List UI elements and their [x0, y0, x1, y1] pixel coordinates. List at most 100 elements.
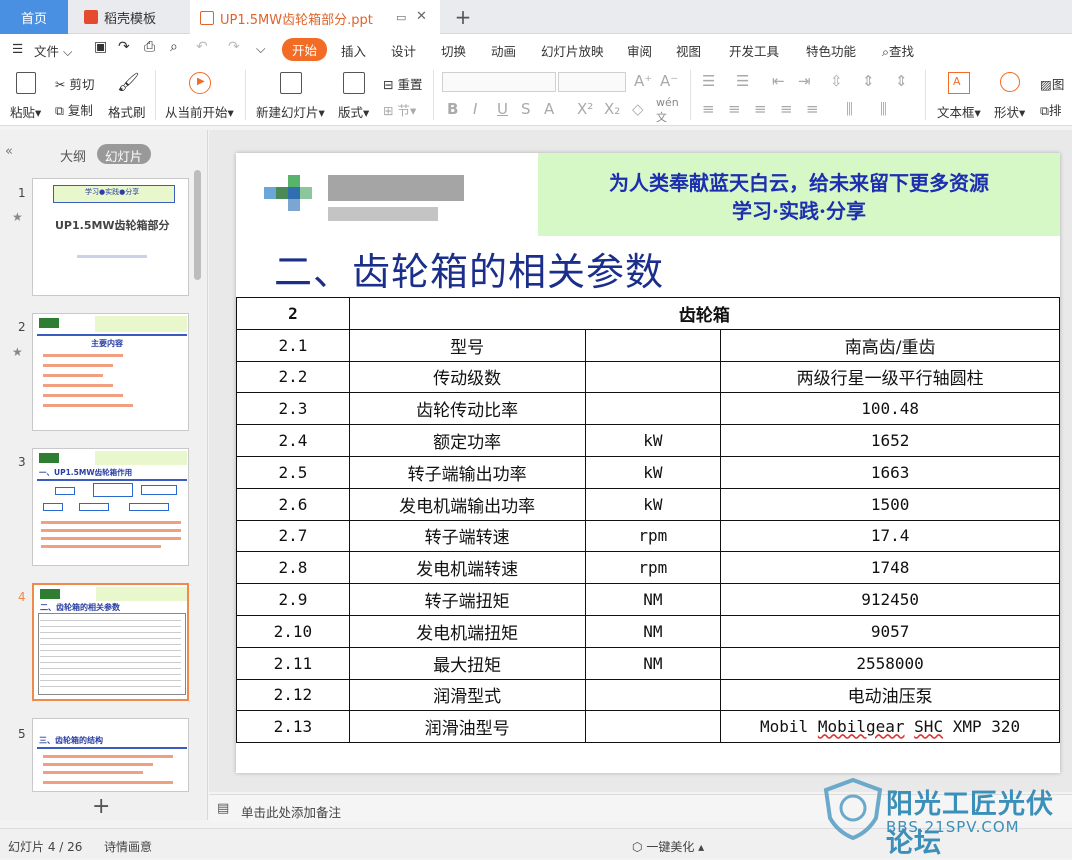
- tab-document[interactable]: UP1.5MW齿轮箱部分.ppt ▭ ✕: [190, 0, 440, 34]
- new-slide-icon[interactable]: [280, 72, 302, 97]
- undo-icon[interactable]: ↶: [196, 39, 208, 55]
- menu-animation[interactable]: 动画: [491, 41, 516, 60]
- from-current-button[interactable]: 从当前开始▾: [165, 102, 234, 121]
- collapse-pane-icon[interactable]: «: [5, 144, 13, 159]
- subscript-icon[interactable]: X₂: [604, 100, 620, 118]
- textbox-button[interactable]: 文本框▾: [937, 102, 981, 121]
- slide-thumbnail-1[interactable]: 学习●实践●分享 UP1.5MW齿轮箱部分: [32, 178, 189, 296]
- play-icon[interactable]: ▶: [189, 72, 211, 94]
- align-right-icon[interactable]: ≡: [754, 100, 767, 118]
- menu-file-label: 文件: [34, 44, 60, 59]
- align-left-icon[interactable]: ≡: [702, 100, 715, 118]
- justify-icon[interactable]: ≡: [780, 100, 793, 118]
- menu-slideshow[interactable]: 幻灯片放映: [541, 41, 604, 60]
- bold-icon[interactable]: B: [447, 100, 458, 118]
- menu-start[interactable]: 开始: [282, 38, 328, 61]
- menu-transition[interactable]: 切换: [441, 41, 466, 60]
- tab-home[interactable]: 首页: [0, 0, 68, 34]
- tab-document-label: UP1.5MW齿轮箱部分.ppt: [220, 12, 373, 28]
- slide-thumbnail-4[interactable]: 二、齿轮箱的相关参数: [32, 583, 189, 701]
- text-direction-icon[interactable]: ⇳: [830, 72, 843, 90]
- picture-button[interactable]: ▨图: [1040, 74, 1064, 93]
- table-cell-param: 发电机端转速: [348, 551, 586, 585]
- font-size-select[interactable]: [558, 72, 626, 92]
- table-cell-value: 912450: [720, 583, 1060, 616]
- notes-placeholder[interactable]: 单击此处添加备注: [241, 802, 341, 821]
- tab-slides[interactable]: 幻灯片: [97, 144, 151, 164]
- menu-design[interactable]: 设计: [391, 41, 416, 60]
- align-center-icon[interactable]: ≡: [728, 100, 741, 118]
- tab-template[interactable]: 稻壳模板: [70, 0, 188, 34]
- thumbnail-scrollbar[interactable]: [194, 170, 201, 280]
- window-mode-icon[interactable]: ▭: [396, 11, 406, 24]
- table-cell-num: 2.6: [236, 487, 350, 521]
- slide-title[interactable]: 二、齿轮箱的相关参数: [274, 241, 664, 296]
- decrease-font-icon[interactable]: A⁻: [660, 72, 678, 90]
- menu-file[interactable]: 文件 ⌵: [34, 41, 72, 60]
- hamburger-icon[interactable]: ☰: [12, 41, 23, 56]
- table-cell-num: 2.1: [236, 328, 350, 362]
- menu-developer[interactable]: 开发工具: [729, 41, 779, 60]
- menu-insert[interactable]: 插入: [341, 41, 366, 60]
- paste-button[interactable]: 粘贴▾: [10, 102, 41, 121]
- phonetic-icon[interactable]: wén 文: [656, 96, 679, 125]
- shape-icon[interactable]: [1000, 72, 1020, 95]
- add-slide-button[interactable]: +: [92, 794, 110, 819]
- textbox-icon[interactable]: A: [948, 72, 970, 94]
- table-cell: 齿轮箱: [348, 297, 1060, 330]
- arrange-button[interactable]: ⧉排: [1040, 100, 1061, 119]
- font-color-icon[interactable]: A: [544, 100, 554, 118]
- print-preview-icon[interactable]: ⌕: [170, 39, 178, 55]
- numbered-list-icon[interactable]: ☰: [736, 72, 749, 90]
- slide-4[interactable]: 为人类奉献蓝天白云，给未来留下更多资源 学习·实践·分享 二、齿轮箱的相关参数 …: [236, 153, 1060, 773]
- shape-button[interactable]: 形状▾: [994, 102, 1025, 121]
- align-text-icon[interactable]: ⇕: [895, 72, 908, 90]
- table-cell-num: 2.9: [236, 583, 350, 616]
- cut-button[interactable]: ✂ 剪切: [55, 74, 94, 93]
- print-icon[interactable]: ⎙: [144, 39, 155, 55]
- close-tab-icon[interactable]: ✕: [416, 9, 427, 24]
- table-row: 2.10 发电机端扭矩 NM 9057: [236, 614, 1060, 648]
- slide-thumbnail-3[interactable]: 一、UP1.5MW齿轮箱作用: [32, 448, 189, 566]
- menu-view[interactable]: 视图: [676, 41, 701, 60]
- save-icon[interactable]: ▣: [94, 39, 107, 55]
- paragraph-icon[interactable]: ⫼: [880, 100, 887, 118]
- distribute-icon[interactable]: ≡: [806, 100, 819, 118]
- thumb-logo: [40, 589, 60, 599]
- theme-name[interactable]: 诗情画意: [104, 838, 152, 855]
- italic-icon[interactable]: I: [473, 100, 477, 118]
- parameter-table[interactable]: 2 齿轮箱 2.1 型号 南高齿/重齿 2.2 传动级数 两级行星一级平行轴圆柱 2.3 齿轮…: [236, 297, 1060, 744]
- new-tab-button[interactable]: +: [452, 0, 474, 34]
- slide-thumbnail-5[interactable]: 三、齿轮箱的结构: [32, 718, 189, 792]
- columns-icon[interactable]: ⫼: [846, 100, 853, 118]
- paste-icon[interactable]: [16, 72, 38, 96]
- underline-icon[interactable]: U: [497, 100, 508, 118]
- line-spacing-icon[interactable]: ⇕: [862, 72, 875, 90]
- new-slide-button[interactable]: 新建幻灯片▾: [256, 102, 325, 121]
- increase-font-icon[interactable]: A⁺: [634, 72, 652, 90]
- format-painter-icon[interactable]: 🖌: [117, 72, 140, 93]
- font-family-select[interactable]: [442, 72, 556, 92]
- superscript-icon[interactable]: X²: [577, 100, 593, 118]
- strikethrough-icon[interactable]: S: [521, 100, 531, 118]
- bullet-list-icon[interactable]: ☰: [702, 72, 715, 90]
- export-icon[interactable]: ↷: [118, 39, 130, 55]
- menu-review[interactable]: 审阅: [627, 41, 652, 60]
- menu-features[interactable]: 特色功能: [806, 41, 856, 60]
- indent-icon[interactable]: ⇥: [798, 72, 811, 90]
- redo-icon[interactable]: ↷: [228, 39, 240, 55]
- format-painter-button[interactable]: 格式刷: [108, 102, 146, 121]
- slide-thumbnail-2[interactable]: 主要内容: [32, 313, 189, 431]
- tab-outline[interactable]: 大纲: [60, 146, 86, 165]
- outdent-icon[interactable]: ⇤: [772, 72, 785, 90]
- layout-button[interactable]: 版式▾: [338, 102, 369, 121]
- layout-icon[interactable]: [343, 72, 365, 97]
- menu-search[interactable]: ⌕查找: [882, 41, 914, 60]
- copy-button[interactable]: ⧉ 复制: [55, 100, 93, 119]
- quick-access-dropdown-icon[interactable]: ⌵: [256, 41, 265, 57]
- section-label: 节: [397, 103, 410, 118]
- clear-format-icon[interactable]: ◇: [632, 100, 644, 118]
- section-button[interactable]: ⊞ 节▾: [383, 100, 416, 119]
- reset-button[interactable]: ⊟ 重置: [383, 74, 422, 93]
- beautify-button[interactable]: ⬡ 一键美化 ▴: [632, 838, 704, 855]
